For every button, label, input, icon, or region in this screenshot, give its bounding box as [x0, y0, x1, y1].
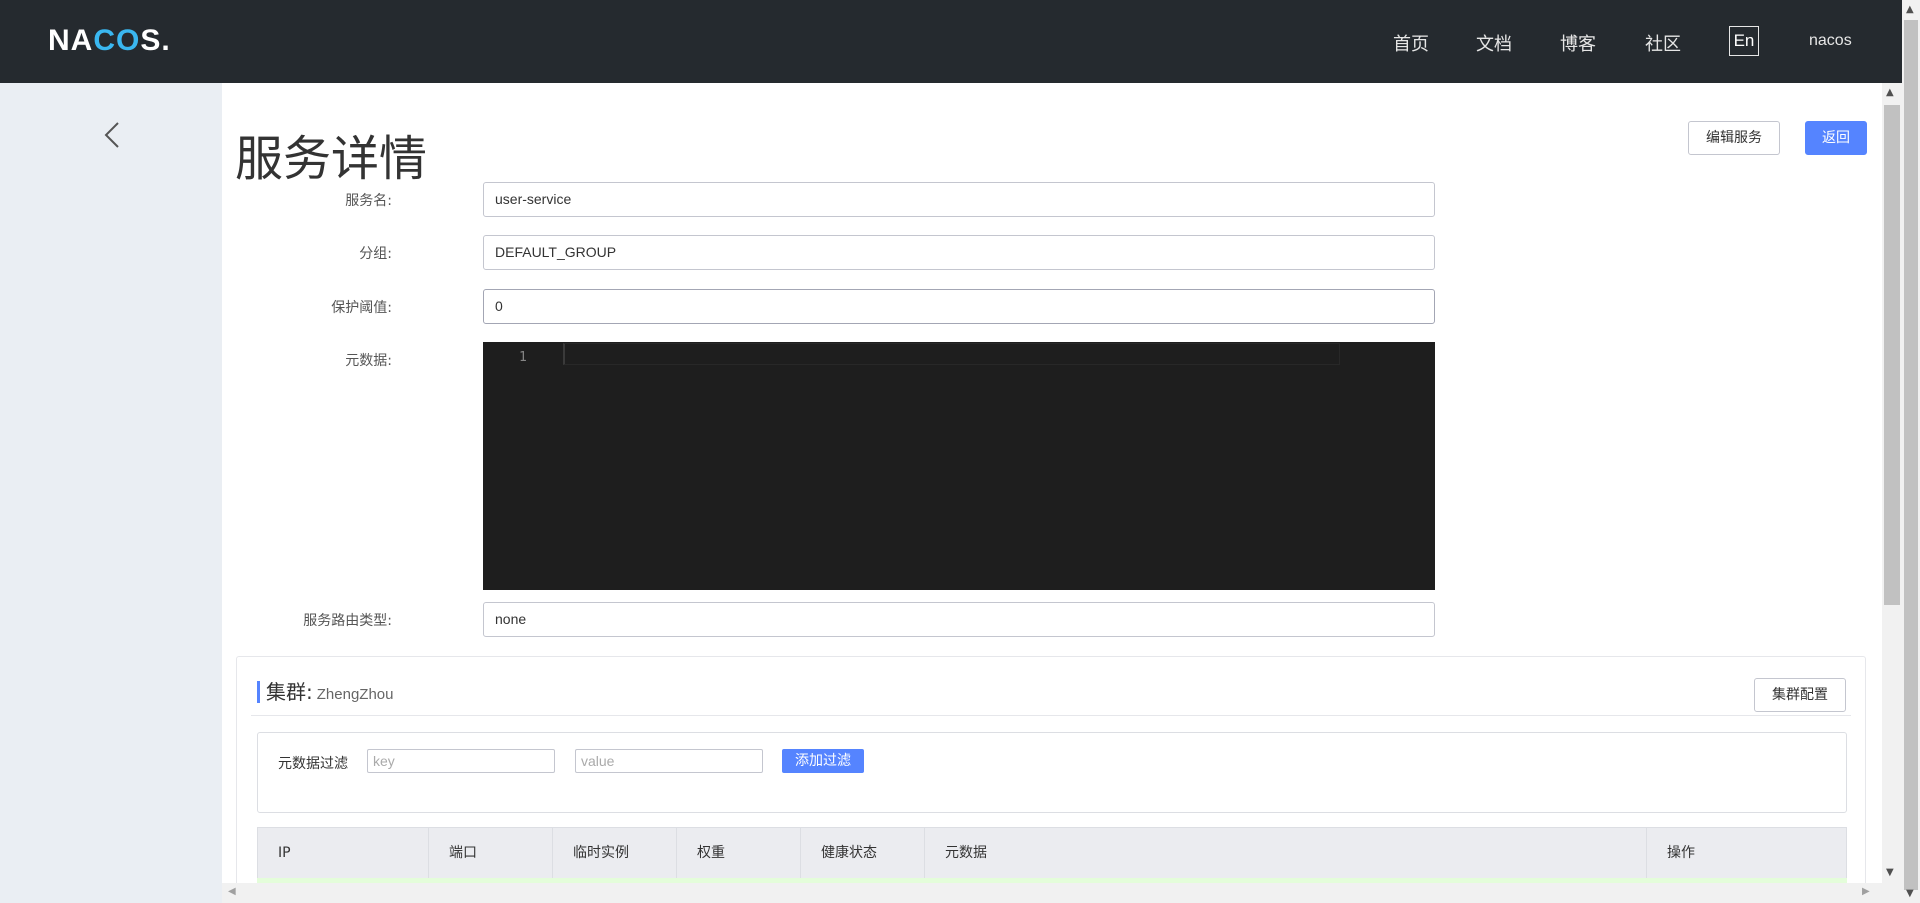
vertical-scrollbar[interactable]: ▲ ▼ [1882, 83, 1902, 903]
cluster-title-label: 集群: [266, 680, 313, 704]
group-field[interactable]: DEFAULT_GROUP [483, 235, 1435, 270]
protect-threshold-field[interactable]: 0 [483, 289, 1435, 324]
router-type-field[interactable]: none [483, 602, 1435, 637]
editor-current-line [563, 343, 1340, 365]
page-title: 服务详情 [235, 131, 428, 187]
nacos-logo[interactable]: NACOS. [48, 24, 171, 58]
editor-line-number: 1 [519, 350, 527, 365]
filter-value-input[interactable]: value [575, 749, 763, 773]
chevron-left-icon [104, 122, 119, 148]
scroll-up-icon[interactable]: ▲ [1886, 87, 1894, 98]
main-content: 服务详情 编辑服务 返回 服务名: user-service 分组: DEFAU… [222, 83, 1882, 883]
filter-key-input[interactable]: key [367, 749, 555, 773]
language-switch-button[interactable]: En [1729, 26, 1759, 56]
nav-blog[interactable]: 博客 [1560, 30, 1596, 56]
column-health-status: 健康状态 [801, 828, 925, 878]
top-nav-bar: NACOS. 首页 文档 博客 社区 En nacos [0, 0, 1920, 83]
column-port: 端口 [429, 828, 553, 878]
add-filter-button[interactable]: 添加过滤 [782, 749, 864, 773]
router-type-label: 服务路由类型: [303, 613, 392, 629]
service-name-label: 服务名: [345, 193, 392, 209]
metadata-filter-box: 元数据过滤 key value 添加过滤 [257, 732, 1847, 813]
protect-threshold-label: 保护阈值: [331, 300, 392, 316]
column-ephemeral: 临时实例 [553, 828, 677, 878]
instance-table-header: IP 端口 临时实例 权重 健康状态 元数据 操作 [257, 827, 1847, 879]
cluster-title: 集群: ZhengZhou [257, 681, 393, 703]
metadata-filter-label: 元数据过滤 [278, 756, 348, 772]
nav-docs[interactable]: 文档 [1476, 30, 1512, 56]
nav-home[interactable]: 首页 [1393, 30, 1429, 56]
cluster-config-button[interactable]: 集群配置 [1754, 678, 1846, 712]
metadata-label: 元数据: [345, 353, 392, 369]
back-button[interactable]: 返回 [1805, 121, 1867, 155]
column-actions: 操作 [1667, 845, 1695, 861]
page-scrollbar-thumb[interactable] [1904, 20, 1918, 890]
cluster-panel: 集群: ZhengZhou 集群配置 元数据过滤 key value 添加过滤 I… [236, 656, 1866, 883]
column-weight: 权重 [677, 828, 801, 878]
horizontal-scrollbar[interactable]: ◀ ▶ [222, 883, 1882, 903]
nav-community[interactable]: 社区 [1645, 30, 1681, 56]
user-menu[interactable]: nacos [1809, 32, 1852, 50]
column-metadata: 元数据 [925, 828, 1647, 878]
sidebar [0, 83, 222, 903]
page-scroll-up-icon[interactable]: ▲ [1906, 4, 1914, 15]
service-name-field[interactable]: user-service [483, 182, 1435, 217]
collapse-sidebar-button[interactable] [100, 117, 124, 153]
page-scrollbar[interactable]: ▲ ▼ [1902, 0, 1920, 903]
column-ip: IP [258, 828, 429, 878]
scroll-left-icon[interactable]: ◀ [228, 886, 236, 897]
page-scroll-down-icon[interactable]: ▼ [1906, 888, 1914, 899]
scrollbar-thumb[interactable] [1884, 105, 1900, 605]
group-label: 分组: [359, 246, 392, 262]
cluster-name: ZhengZhou [316, 686, 394, 703]
edit-service-button[interactable]: 编辑服务 [1688, 121, 1780, 155]
metadata-code-editor[interactable]: 1 [483, 342, 1435, 590]
scroll-down-icon[interactable]: ▼ [1886, 867, 1894, 878]
scroll-right-icon[interactable]: ▶ [1862, 886, 1870, 897]
divider [251, 715, 1851, 716]
